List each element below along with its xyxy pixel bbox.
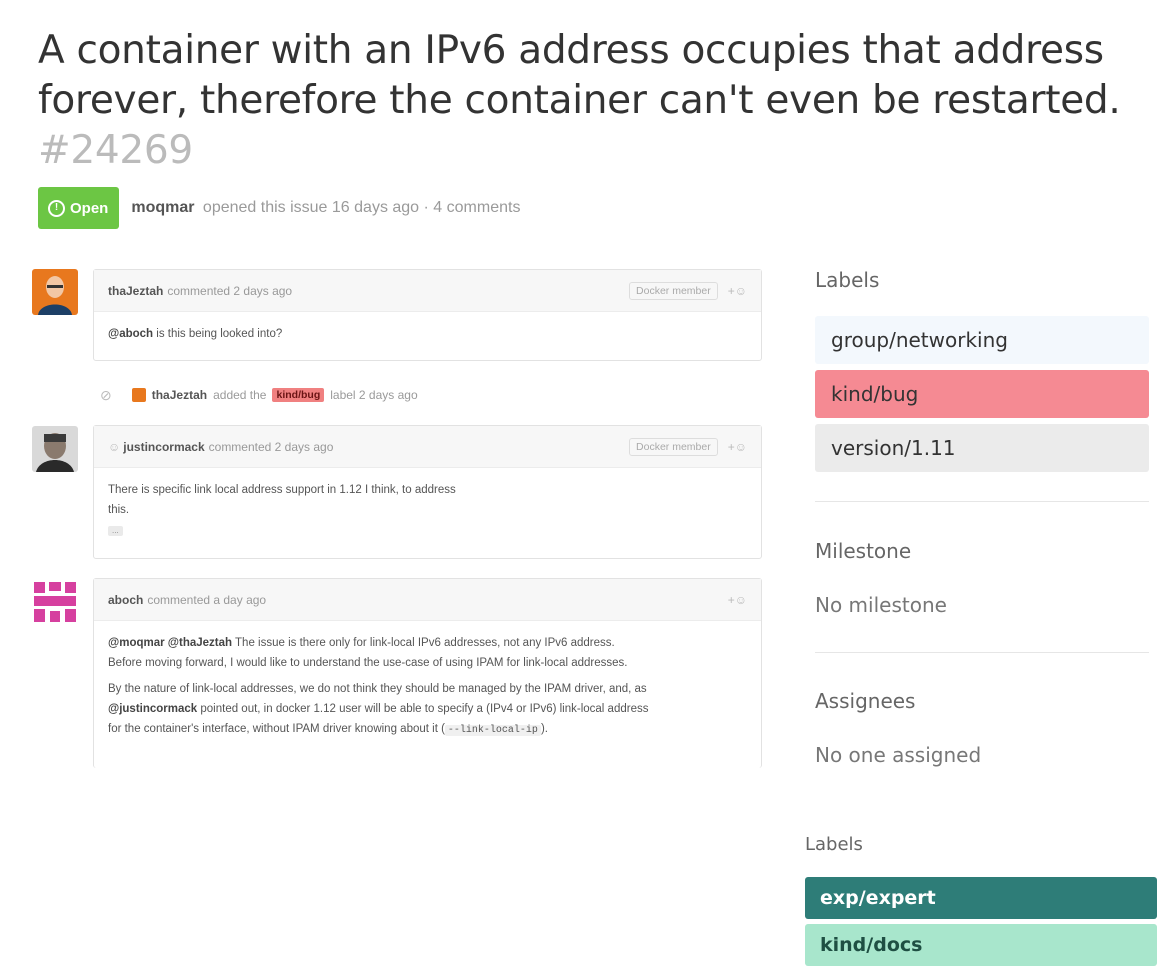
label-event: ⊘ thaJeztah added the kind/bug label 2 d… — [100, 383, 418, 407]
sidebar-label-kind-bug[interactable]: kind/bug — [815, 370, 1149, 418]
avatar-justincormack[interactable] — [32, 426, 78, 472]
mention-link[interactable]: @justincormack — [108, 703, 197, 715]
member-badge: Docker member — [629, 437, 718, 456]
issue-opened-icon: ! — [48, 199, 65, 217]
comment-text: ). — [540, 723, 548, 735]
user-icon: ☺ — [108, 439, 121, 454]
sidebar-milestone-heading: Milestone — [815, 539, 912, 563]
comment-paragraph-1: @moqmar @thaJeztah The issue is there on… — [108, 633, 747, 673]
add-reaction-icon[interactable]: +☺ — [728, 593, 747, 607]
sidebar-milestone-value: No milestone — [815, 593, 947, 617]
sidebar-divider — [815, 652, 1149, 653]
comment-body: There is specific link local address sup… — [94, 468, 761, 552]
issue-number: #24269 — [38, 128, 193, 173]
label-kind-docs[interactable]: kind/docs — [805, 924, 1157, 966]
comment-3: aboch commented a day ago +☺ @moqmar @th… — [93, 578, 762, 768]
add-reaction-icon[interactable]: +☺ — [728, 284, 747, 298]
comment-paragraph-2: By the nature of link-local addresses, w… — [108, 679, 747, 741]
comment-text-line-1: There is specific link local address sup… — [108, 484, 456, 496]
expand-quote-button[interactable]: ... — [108, 526, 123, 536]
avatar-aboch[interactable] — [32, 578, 78, 624]
event-avatar[interactable] — [131, 388, 146, 402]
comment-2: ☺ justincormack commented 2 days ago Doc… — [93, 425, 762, 559]
comment-text: By the nature of link-local addresses, w… — [108, 683, 647, 695]
sidebar-label-group-networking[interactable]: group/networking — [815, 316, 1149, 364]
comment-author-link[interactable]: thaJeztah — [108, 284, 163, 298]
issue-meta-text: moqmar opened this issue 16 days ago · 4… — [131, 199, 520, 217]
comment-text: is this being looked into? — [153, 328, 283, 340]
sidebar-divider — [815, 501, 1149, 502]
comment-text: pointed out, in docker 1.12 user will be… — [197, 703, 649, 715]
event-label-badge[interactable]: kind/bug — [272, 388, 325, 402]
event-author-link[interactable]: thaJeztah — [152, 388, 207, 402]
issue-author-link[interactable]: moqmar — [131, 199, 194, 216]
sidebar-labels-heading: Labels — [815, 268, 880, 292]
comment-text: Before moving forward, I would like to u… — [108, 657, 628, 669]
comment-header: ☺ justincormack commented 2 days ago Doc… — [94, 426, 761, 468]
comment-author-link[interactable]: justincormack — [123, 440, 204, 454]
comment-timestamp[interactable]: commented 2 days ago — [209, 440, 334, 454]
comment-header: aboch commented a day ago +☺ — [94, 579, 761, 621]
issue-title-text: A container with an IPv6 address occupie… — [38, 28, 1121, 123]
label-exp-expert[interactable]: exp/expert — [805, 877, 1157, 919]
add-reaction-icon[interactable]: +☺ — [728, 440, 747, 454]
comment-timestamp[interactable]: commented 2 days ago — [167, 284, 292, 298]
mention-link[interactable]: @moqmar @thaJeztah — [108, 637, 232, 649]
event-text-1: added the — [213, 388, 267, 402]
comment-text: for the container's interface, without I… — [108, 723, 445, 735]
comment-author-link[interactable]: aboch — [108, 593, 143, 607]
comment-timestamp[interactable]: commented a day ago — [147, 593, 266, 607]
sidebar-label-version[interactable]: version/1.11 — [815, 424, 1149, 472]
comment-body: @moqmar @thaJeztah The issue is there on… — [94, 621, 761, 759]
comment-text: The issue is there only for link-local I… — [232, 637, 615, 649]
labels-box-heading: Labels — [805, 834, 863, 855]
comment-body: @aboch is this being looked into? — [94, 312, 761, 357]
tag-icon: ⊘ — [100, 386, 112, 403]
avatar-thajeztah[interactable] — [32, 269, 78, 315]
issue-title: A container with an IPv6 address occupie… — [38, 26, 1158, 176]
issue-state-label: Open — [70, 199, 109, 217]
comment-1: thaJeztah commented 2 days ago Docker me… — [93, 269, 762, 361]
mention-link[interactable]: @aboch — [108, 328, 153, 340]
member-badge: Docker member — [629, 281, 718, 300]
sidebar-assignees-heading: Assignees — [815, 689, 916, 713]
issue-state-badge: ! Open — [38, 187, 120, 229]
comment-header: thaJeztah commented 2 days ago Docker me… — [94, 270, 761, 312]
issue-meta: ! Open moqmar opened this issue 16 days … — [38, 187, 520, 229]
event-text-2: label 2 days ago — [330, 388, 418, 402]
comment-text-line-2: this. — [108, 504, 130, 516]
issue-meta-summary: opened this issue 16 days ago · 4 commen… — [202, 199, 521, 216]
sidebar-assignees-value: No one assigned — [815, 743, 982, 767]
inline-code: --link-local-ip — [444, 725, 541, 736]
